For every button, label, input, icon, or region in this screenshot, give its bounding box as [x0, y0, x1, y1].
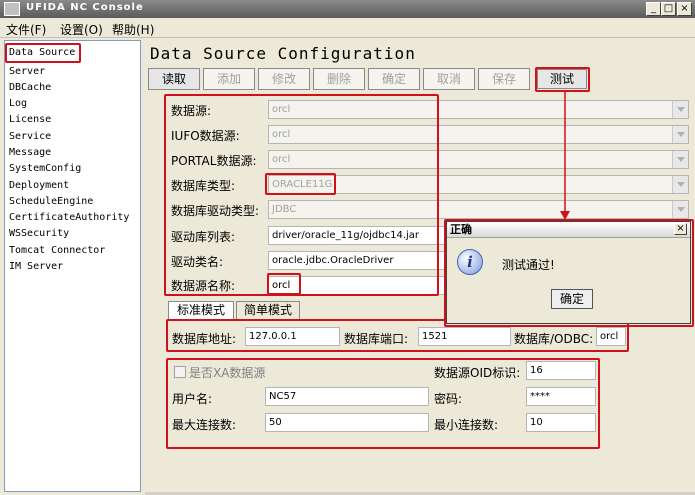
- menu-settings[interactable]: 设置(O): [60, 21, 103, 38]
- oid-field[interactable]: 16: [526, 361, 596, 380]
- chevron-down-icon[interactable]: [672, 101, 688, 118]
- sidebar-item-deployment[interactable]: Deployment: [9, 180, 69, 191]
- highlight-form: [164, 94, 439, 296]
- arrow-connector: [560, 90, 570, 220]
- pwd-label: 密码:: [434, 392, 463, 406]
- port-label: 数据库端口:: [344, 332, 409, 346]
- add-button[interactable]: 添加: [203, 68, 255, 90]
- tab-simple[interactable]: 简单模式: [236, 301, 300, 319]
- page-title: Data Source Configuration: [150, 44, 416, 63]
- pwd-field[interactable]: ****: [526, 387, 596, 406]
- sidebar-item-log[interactable]: Log: [9, 98, 27, 109]
- port-field[interactable]: 1521: [418, 327, 511, 346]
- sidebar-item-message[interactable]: Message: [9, 147, 51, 158]
- host-field[interactable]: 127.0.0.1: [245, 327, 340, 346]
- xa-label: 是否XA数据源: [189, 366, 266, 380]
- chevron-down-icon[interactable]: [672, 151, 688, 168]
- close-button[interactable]: ×: [677, 2, 692, 16]
- user-field[interactable]: NC57: [265, 387, 429, 406]
- menu-file[interactable]: 文件(F): [6, 21, 46, 38]
- xa-checkbox[interactable]: [174, 366, 186, 378]
- title-bar: UFIDA NC Console _ □ ×: [0, 0, 695, 18]
- menu-help[interactable]: 帮助(H): [112, 21, 154, 38]
- max-field[interactable]: 50: [265, 413, 429, 432]
- max-label: 最大连接数:: [172, 418, 237, 432]
- sidebar-item-tomcat-connector[interactable]: Tomcat Connector: [9, 245, 105, 256]
- min-field[interactable]: 10: [526, 413, 596, 432]
- minimize-button[interactable]: _: [646, 2, 661, 16]
- min-label: 最小连接数:: [434, 418, 499, 432]
- maximize-button[interactable]: □: [661, 2, 676, 16]
- sidebar-item-certificateauthority[interactable]: CertificateAuthority: [9, 212, 129, 223]
- host-label: 数据库地址:: [172, 332, 237, 346]
- window-title: UFIDA NC Console: [26, 2, 144, 13]
- highlight-data-source: [5, 43, 81, 63]
- chevron-down-icon[interactable]: [672, 201, 688, 218]
- sidebar-item-license[interactable]: License: [9, 114, 51, 125]
- confirm-button[interactable]: 确定: [368, 68, 420, 90]
- sidebar-item-service[interactable]: Service: [9, 131, 51, 142]
- highlight-test-button: [535, 67, 590, 92]
- cancel-button[interactable]: 取消: [423, 68, 475, 90]
- save-button[interactable]: 保存: [478, 68, 530, 90]
- highlight-dialog: [444, 219, 694, 327]
- oid-label: 数据源OID标识:: [434, 366, 521, 380]
- read-button[interactable]: 读取: [148, 68, 200, 90]
- app-icon: [4, 2, 20, 16]
- edit-button[interactable]: 修改: [258, 68, 310, 90]
- db-field[interactable]: orcl: [596, 327, 626, 346]
- sidebar-item-im-server[interactable]: IM Server: [9, 261, 63, 272]
- delete-button[interactable]: 删除: [313, 68, 365, 90]
- highlight-dsname: [267, 273, 301, 295]
- sidebar-item-wssecurity[interactable]: WSSecurity: [9, 228, 69, 239]
- menu-bar: 文件(F) 设置(O) 帮助(H): [0, 18, 695, 38]
- sidebar-item-server[interactable]: Server: [9, 66, 45, 77]
- chevron-down-icon[interactable]: [672, 176, 688, 193]
- db-label: 数据库/ODBC:: [514, 332, 594, 346]
- chevron-down-icon[interactable]: [672, 126, 688, 143]
- sidebar: Data Source Server DBCache Log License S…: [4, 40, 141, 492]
- user-label: 用户名:: [172, 392, 213, 406]
- sidebar-item-scheduleengine[interactable]: ScheduleEngine: [9, 196, 93, 207]
- highlight-dbtype: [265, 173, 336, 195]
- sidebar-item-dbcache[interactable]: DBCache: [9, 82, 51, 93]
- sidebar-item-systemconfig[interactable]: SystemConfig: [9, 163, 81, 174]
- tab-standard[interactable]: 标准模式: [168, 301, 234, 319]
